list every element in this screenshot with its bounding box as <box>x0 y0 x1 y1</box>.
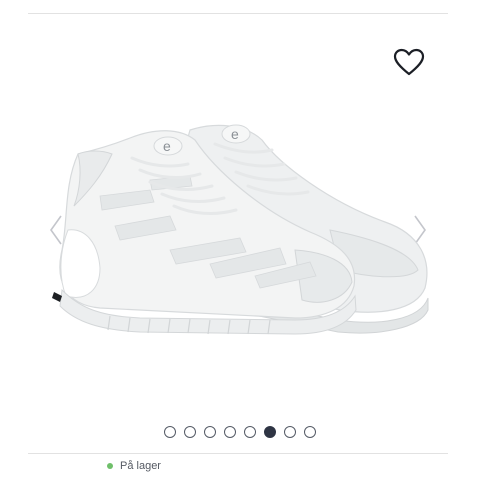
gallery-dot[interactable] <box>184 426 196 438</box>
gallery-dot[interactable] <box>244 426 256 438</box>
svg-text:e: e <box>231 126 239 142</box>
gallery-dot[interactable] <box>284 426 296 438</box>
stock-indicator-dot <box>107 463 113 469</box>
gallery-dot[interactable] <box>164 426 176 438</box>
product-image-sneakers: e e <box>52 124 429 335</box>
wishlist-button[interactable] <box>390 44 428 80</box>
gallery-dot[interactable] <box>224 426 236 438</box>
stock-status-label: På lager <box>120 460 161 472</box>
svg-text:e: e <box>163 138 171 154</box>
bottom-divider <box>28 453 448 454</box>
gallery-pagination <box>0 426 480 438</box>
gallery-dot-active[interactable] <box>264 426 276 438</box>
gallery-dot[interactable] <box>204 426 216 438</box>
gallery-dot[interactable] <box>304 426 316 438</box>
stock-status: På lager <box>107 458 161 474</box>
heart-outline-icon <box>393 48 425 76</box>
product-gallery: e e <box>0 14 480 454</box>
